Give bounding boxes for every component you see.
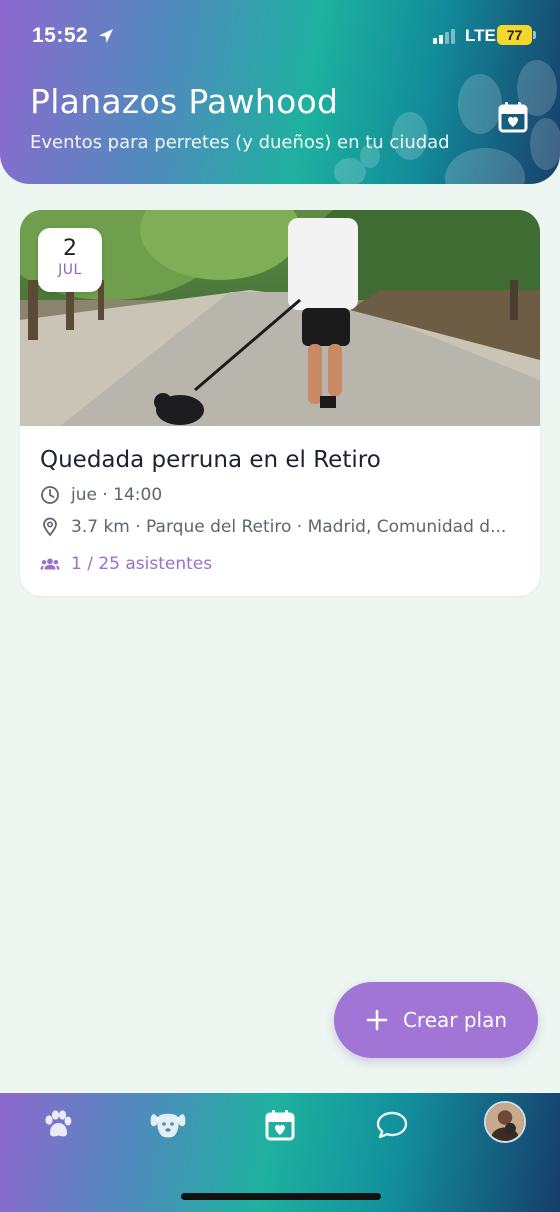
nav-calendar[interactable] [260, 1105, 300, 1145]
home-indicator [181, 1193, 381, 1200]
battery-indicator: 77 [497, 25, 536, 45]
status-bar: 15:52 LTE 77 [0, 0, 560, 70]
nav-dogs[interactable] [148, 1105, 188, 1145]
location-arrow-icon [99, 29, 113, 43]
event-title: Quedada perruna en el Retiro [40, 447, 381, 473]
chat-icon [376, 1111, 408, 1139]
date-day: 2 [63, 236, 77, 261]
plus-icon [366, 1009, 388, 1031]
date-month: JUL [58, 262, 82, 278]
nav-profile-avatar[interactable] [484, 1101, 526, 1143]
event-attendees-row: 1 / 25 asistentes [40, 554, 212, 574]
app-title: Planazos Pawhood [30, 82, 339, 121]
event-location-row: 3.7 km · Parque del Retiro · Madrid, Com… [40, 517, 520, 537]
calendar-heart-icon [498, 102, 528, 133]
signal-icon [433, 29, 455, 44]
nav-paw[interactable] [37, 1105, 77, 1145]
event-attendees: 1 / 25 asistentes [71, 554, 213, 574]
event-card[interactable]: 2 JUL Quedada perruna en el Retiro jue ·… [20, 210, 540, 596]
dog-icon [150, 1113, 186, 1138]
paw-icon [45, 1110, 72, 1137]
avatar [486, 1103, 524, 1141]
network-type: LTE [465, 26, 496, 45]
clock-icon [41, 486, 59, 504]
app-subtitle: Eventos para perretes (y dueños) en tu c… [30, 132, 450, 153]
app-header: 15:52 LTE 77 Planazos Pawhood Eventos pa… [0, 0, 560, 184]
people-icon [40, 558, 60, 570]
calendar-heart-icon [265, 1110, 295, 1141]
status-time: 15:52 [32, 24, 89, 47]
create-plan-label: Crear plan [402, 1008, 508, 1032]
event-time-row: jue · 14:00 [40, 485, 162, 505]
calendar-button[interactable] [494, 98, 532, 136]
nav-chat[interactable] [372, 1105, 412, 1145]
event-time: jue · 14:00 [71, 485, 163, 505]
create-plan-button[interactable]: Crear plan [334, 982, 538, 1058]
event-location: 3.7 km · Parque del Retiro · Madrid, Com… [71, 517, 507, 537]
location-pin-icon [43, 517, 57, 537]
date-badge: 2 JUL [38, 228, 102, 292]
